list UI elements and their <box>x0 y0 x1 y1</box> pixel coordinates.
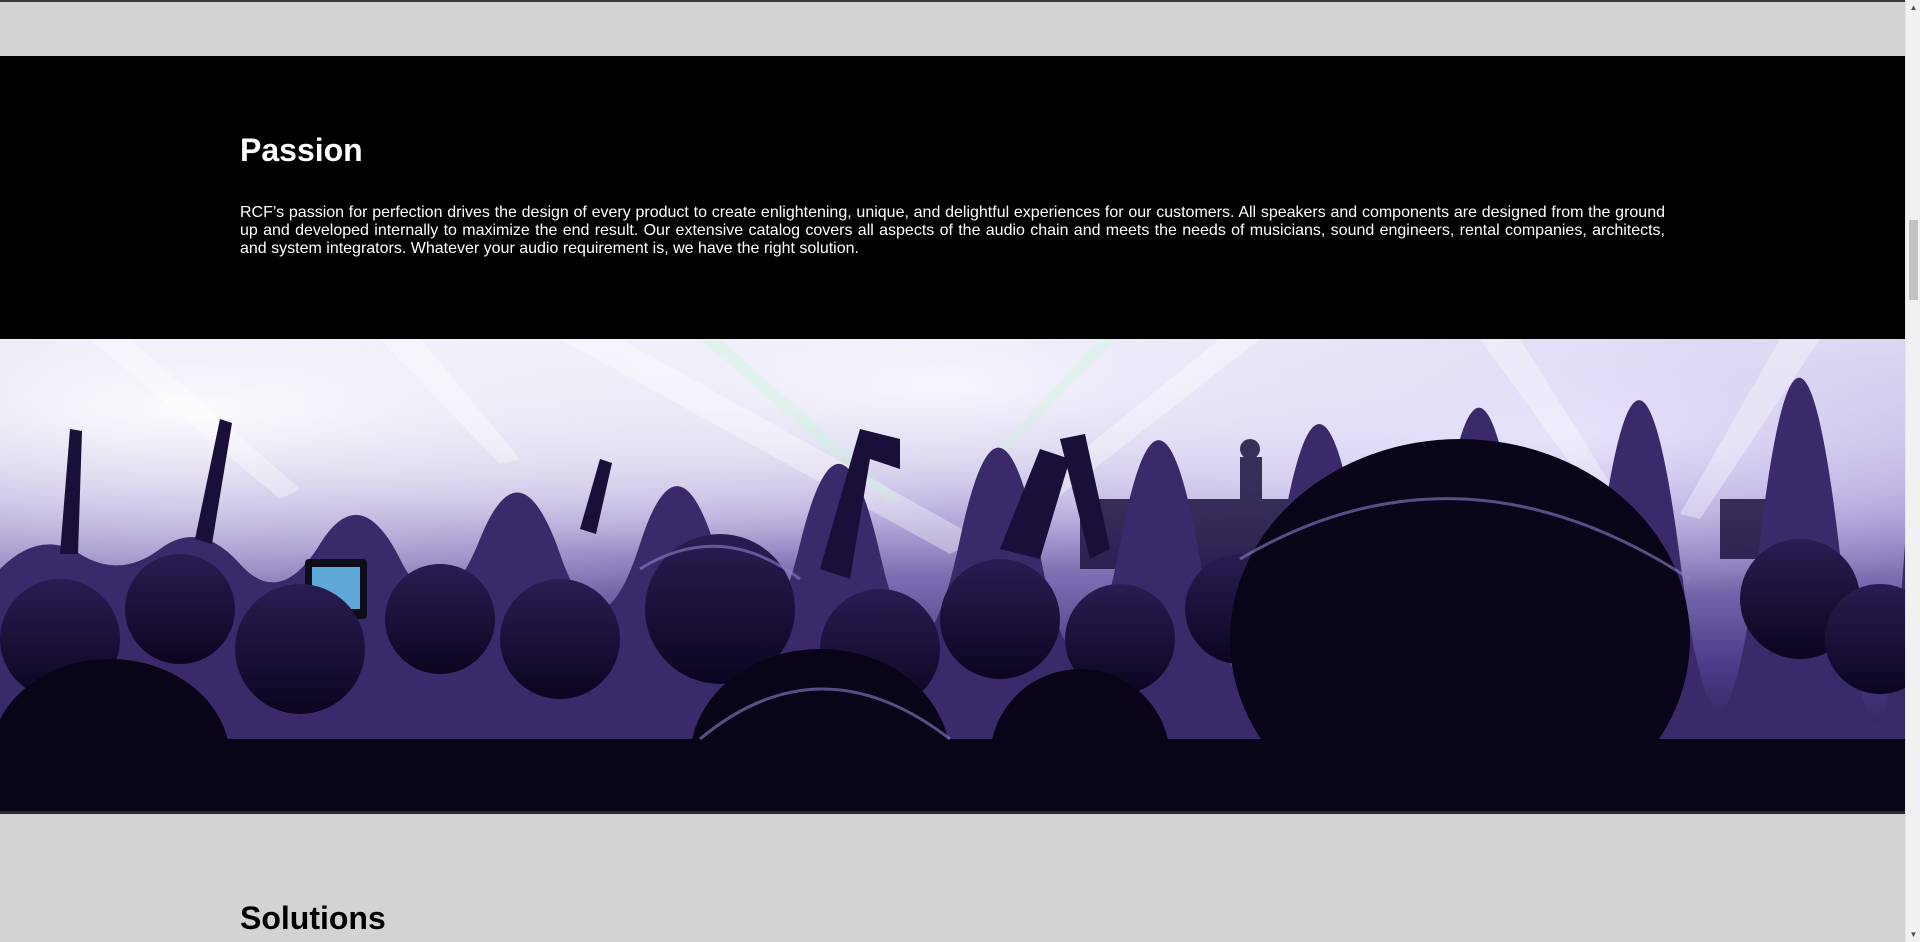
concert-crowd-illustration <box>0 339 1905 811</box>
solutions-heading: Solutions <box>240 900 386 936</box>
passion-heading: Passion <box>240 132 363 168</box>
page-viewport: Passion RCF’s passion for perfection dri… <box>0 0 1905 942</box>
passion-section: Passion RCF’s passion for perfection dri… <box>0 56 1905 339</box>
solutions-section: Solutions <box>0 814 1905 942</box>
scrollbar-thumb[interactable] <box>1909 220 1918 300</box>
vertical-scrollbar[interactable]: ▲ ▼ <box>1905 0 1920 942</box>
passion-body-text: RCF’s passion for perfection drives the … <box>240 204 1665 257</box>
triangle-down-icon[interactable]: ▼ <box>1906 927 1920 942</box>
triangle-up-icon[interactable]: ▲ <box>1906 0 1920 15</box>
hero-concert-image <box>0 339 1905 811</box>
top-gray-band <box>0 2 1905 56</box>
